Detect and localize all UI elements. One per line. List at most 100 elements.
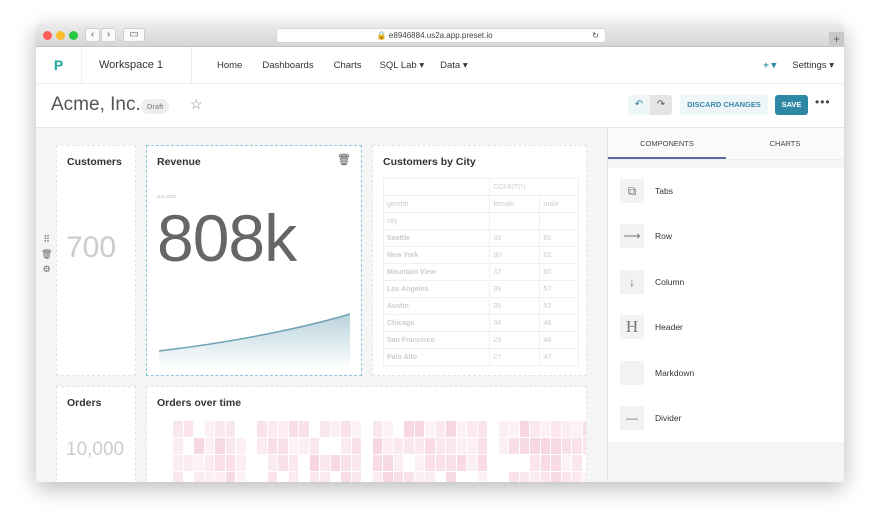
heatmap-cell (446, 455, 456, 471)
heatmap-cell (351, 421, 361, 437)
card-title: Revenue (157, 156, 201, 168)
star-icon[interactable]: ☆ (190, 96, 203, 113)
nav-dashboards[interactable]: Dashboards (262, 60, 313, 71)
component-tabs[interactable]: ⧉ Tabs (608, 168, 844, 214)
sidebar-toggle-icon[interactable]: ▭ (123, 28, 145, 42)
nav-charts[interactable]: Charts (334, 60, 362, 71)
heatmap-cell (551, 472, 561, 482)
add-menu-button[interactable]: + ▾ (763, 60, 776, 71)
workspace-name[interactable]: Workspace 1 (82, 46, 192, 84)
heatmap-cell (582, 472, 586, 482)
new-tab-button[interactable]: + (829, 32, 844, 47)
preset-logo[interactable]: P (36, 46, 82, 84)
heatmap-cell (173, 421, 183, 437)
undo-button[interactable]: ↶ (628, 95, 650, 115)
heatmap-cell (362, 455, 372, 471)
heatmap-cell (457, 472, 467, 482)
save-button[interactable]: SAVE (775, 95, 808, 115)
tab-charts[interactable]: CHARTS (726, 128, 844, 159)
minimize-window-button[interactable] (56, 31, 65, 40)
settings-menu[interactable]: Settings ▾ (792, 60, 834, 71)
heatmap-cell (288, 455, 298, 471)
big-number: 700 (66, 231, 117, 264)
heatmap-cell (183, 455, 193, 471)
revenue-card[interactable]: Revenue 🗑 Nov 2021 808k (146, 145, 362, 376)
heatmap-cell (519, 438, 529, 454)
heatmap-cell (414, 455, 424, 471)
heatmap-cell (330, 421, 340, 437)
component-divider[interactable]: — Divider (608, 396, 844, 442)
table-cell: Mountain View (382, 263, 491, 281)
card-title: Customers by City (383, 156, 476, 168)
heatmap-cell (351, 455, 361, 471)
orders-over-time-card[interactable]: Orders over time (146, 386, 587, 482)
builder-sidebar: COMPONENTS CHARTS ⧉ Tabs ⟶ Row ↓ Column H Heade… (607, 128, 844, 482)
table-cell: 53 (539, 297, 579, 315)
heatmap (173, 421, 586, 482)
table-cell: Los Angeles (382, 280, 491, 298)
customers-by-city-card[interactable]: Customers by City COUNT(*) gender female m… (372, 145, 587, 376)
heatmap-cell (257, 438, 267, 454)
address-bar[interactable]: 🔒 e8946884.us2a.app.preset.io ↻ (276, 28, 606, 43)
arrow-right-icon: ⟶ (620, 224, 644, 249)
heatmap-cell (582, 421, 586, 437)
heatmap-cell (288, 438, 298, 454)
heatmap-cell (572, 472, 582, 482)
heatmap-cell (509, 438, 519, 454)
status-badge: Draft (141, 99, 170, 114)
heatmap-cell (446, 438, 456, 454)
discard-changes-button[interactable]: DISCARD CHANGES (680, 95, 768, 115)
heatmap-cell (499, 455, 509, 471)
heatmap-cell (372, 438, 382, 454)
arrow-down-icon: ↓ (620, 269, 644, 294)
heatmap-cell (257, 421, 267, 437)
nav-home[interactable]: Home (217, 60, 242, 71)
heatmap-cell (310, 421, 320, 437)
orders-card[interactable]: Orders 10,000 (56, 386, 136, 482)
heatmap-cell (236, 455, 246, 471)
table-cell: 48 (539, 314, 579, 332)
component-markdown[interactable]: Markdown (608, 350, 844, 396)
forward-button[interactable]: › (101, 28, 116, 42)
more-options-icon[interactable]: ••• (815, 95, 831, 109)
back-button[interactable]: ‹ (85, 28, 100, 42)
table-cell: 60 (539, 263, 579, 281)
heatmap-cell (477, 472, 487, 482)
gear-icon[interactable]: ⚙ (41, 262, 52, 277)
reload-icon[interactable]: ↻ (592, 29, 599, 42)
dashboard-header: Acme, Inc. Draft ☆ ↶ ↷ DISCARD CHANGES SA… (36, 84, 844, 128)
heatmap-cell (488, 438, 498, 454)
heatmap-cell (204, 438, 214, 454)
heatmap-cell (215, 455, 225, 471)
heatmap-cell (414, 472, 424, 482)
component-column[interactable]: ↓ Column (608, 259, 844, 305)
heatmap-cell (435, 438, 445, 454)
component-header[interactable]: H Header (608, 305, 844, 351)
heatmap-cell (236, 472, 246, 482)
trash-icon[interactable]: 🗑 (337, 153, 351, 166)
heatmap-cell (520, 455, 530, 471)
close-window-button[interactable] (43, 31, 52, 40)
drag-handle-icon[interactable]: ⠿ (41, 232, 52, 247)
component-row[interactable]: ⟶ Row (608, 214, 844, 260)
redo-button[interactable]: ↷ (650, 95, 672, 115)
city-header[interactable]: city (382, 212, 491, 230)
tab-components[interactable]: COMPONENTS (608, 128, 726, 159)
dashboard-title[interactable]: Acme, Inc. (51, 94, 141, 116)
sort-icon[interactable] (539, 212, 579, 230)
dashboard-grid: ⠿ 🗑 ⚙ Customers 700 Revenue 🗑 Nov 2021 8… (36, 128, 607, 482)
sort-icon[interactable] (489, 212, 541, 230)
nav-sql-lab[interactable]: SQL Lab ▾ (380, 60, 425, 71)
maximize-window-button[interactable] (69, 31, 78, 40)
nav-data[interactable]: Data ▾ (440, 60, 467, 71)
table-row: Chicago 34 48 (382, 314, 579, 332)
heatmap-cell (267, 472, 277, 482)
heatmap-cell (477, 438, 487, 454)
trash-icon[interactable]: 🗑 (41, 247, 52, 262)
heatmap-cell (288, 421, 298, 437)
customers-card[interactable]: Customers 700 (56, 145, 136, 376)
heatmap-cell (362, 472, 372, 482)
male-header[interactable]: male (539, 195, 579, 213)
heatmap-cell (194, 421, 204, 437)
heatmap-cell (509, 421, 519, 437)
